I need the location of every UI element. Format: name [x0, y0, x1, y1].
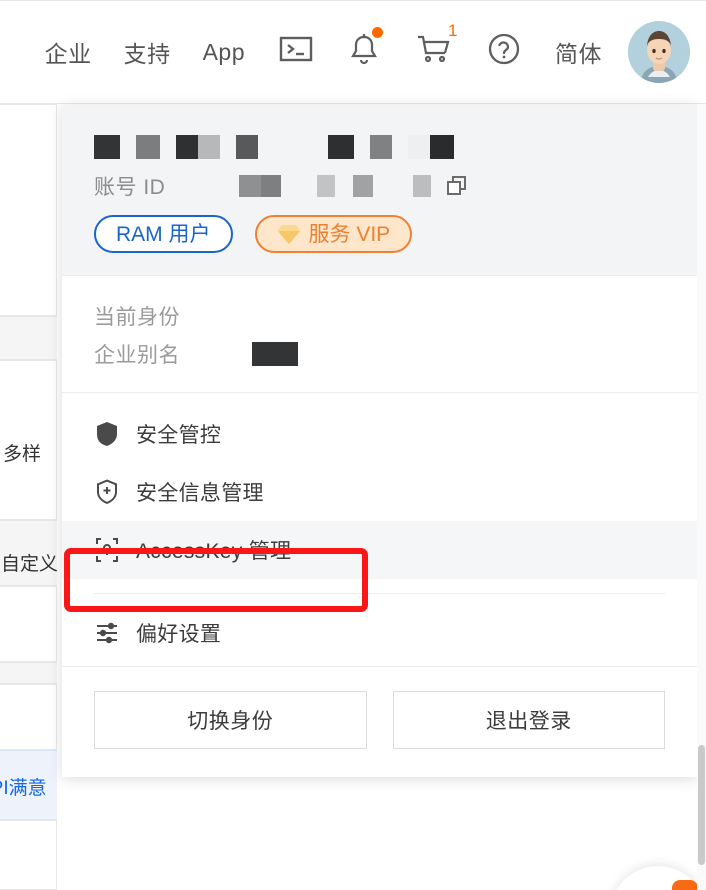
menu-item-preferences[interactable]: 偏好设置 — [62, 604, 697, 662]
account-badges: RAM 用户 服务 VIP — [94, 215, 667, 253]
current-identity-label: 当前身份 — [94, 306, 180, 329]
bg-card-bottom — [0, 820, 57, 890]
redacted-block — [430, 135, 454, 159]
redacted-block — [136, 135, 160, 159]
redacted-block — [413, 175, 432, 197]
account-id-row: 账号 ID — [94, 173, 667, 199]
nav-cart[interactable]: 1 — [397, 0, 469, 104]
nav-app[interactable]: App — [187, 0, 261, 104]
nav-notifications[interactable] — [331, 0, 397, 104]
bg-strip-2 — [0, 520, 57, 586]
redacted-enterprise-alias — [252, 342, 298, 366]
logout-button[interactable]: 退出登录 — [392, 691, 665, 749]
diamond-icon — [277, 223, 301, 245]
redacted-block — [408, 135, 430, 159]
redacted-account-name — [94, 135, 667, 159]
current-identity-row: 当前身份 — [94, 300, 665, 332]
menu-item-security-control[interactable]: 安全管控 — [62, 405, 697, 463]
terminal-icon — [279, 35, 313, 69]
nav-support[interactable]: 支持 — [108, 0, 187, 104]
identity-section: 当前身份 企业别名 — [62, 275, 697, 392]
bg-strip-1 — [0, 316, 57, 360]
nav-enterprise[interactable]: 企业 — [29, 0, 108, 104]
menu-item-accesskey-label: AccessKey 管理 — [136, 540, 292, 563]
sliders-icon — [94, 621, 120, 645]
redacted-account-id — [165, 175, 432, 197]
copy-id-icon[interactable] — [445, 174, 469, 198]
nav-help[interactable] — [469, 0, 539, 104]
scrollbar-thumb[interactable] — [698, 745, 705, 865]
menu-item-security-info[interactable]: 安全信息管理 — [62, 463, 697, 521]
cart-count-badge: 1 — [448, 21, 458, 40]
bg-strip-3 — [0, 662, 57, 684]
screen: 、多样 如自定义 API满意 企业 支持 App 1 简体 账号 ID RAM 用户 服务… — [0, 0, 706, 890]
switch-identity-button[interactable]: 切换身份 — [94, 691, 367, 749]
bg-card-top — [0, 104, 57, 316]
top-navigation-bar: 企业 支持 App 1 简体 — [0, 0, 706, 104]
bg-card-lower — [0, 586, 57, 662]
ram-user-badge-label: RAM 用户 — [116, 222, 211, 246]
bg-text-fragment-1: 、多样 — [0, 444, 42, 465]
nav-cloudshell[interactable] — [261, 0, 331, 104]
user-avatar[interactable] — [628, 21, 690, 83]
redacted-block — [239, 175, 262, 197]
shield-plus-icon — [94, 479, 120, 505]
menu-item-security-info-label: 安全信息管理 — [136, 482, 264, 505]
bg-text-fragment-2: 如自定义 — [0, 554, 59, 575]
bg-card-lower2 — [0, 684, 57, 750]
shield-icon — [94, 421, 120, 447]
redacted-block — [261, 175, 282, 197]
enterprise-alias-label: 企业别名 — [94, 344, 180, 367]
redacted-block — [328, 135, 354, 159]
service-vip-badge[interactable]: 服务 VIP — [254, 215, 413, 253]
bg-text-fragment-3: API满意 — [0, 778, 47, 799]
menu-item-security-control-label: 安全管控 — [136, 424, 222, 447]
page-scrollbar[interactable] — [697, 105, 706, 890]
redacted-block — [353, 175, 374, 197]
account-dropdown-panel: 账号 ID RAM 用户服务 VIP 当前身份 企业别名 安全管控安全信息管 — [62, 105, 697, 777]
ram-user-badge[interactable]: RAM 用户 — [94, 215, 233, 253]
redacted-block — [94, 135, 120, 159]
accesskey-icon — [94, 537, 120, 563]
redacted-block — [176, 135, 198, 159]
account-id-label: 账号 ID — [94, 176, 166, 199]
nav-language[interactable]: 简体 — [539, 0, 618, 104]
bell-icon — [349, 33, 379, 71]
notification-dot-badge — [372, 27, 383, 38]
account-menu-list: 安全管控安全信息管理 AccessKey 管理 偏好设置 — [62, 392, 697, 666]
cart-icon — [415, 33, 451, 71]
nav-support-label: 支持 — [123, 41, 171, 67]
enterprise-alias-row: 企业别名 — [94, 338, 665, 370]
redacted-block — [317, 175, 336, 197]
bg-card-mid — [0, 360, 57, 520]
menu-divider — [94, 593, 665, 594]
nav-language-label: 简体 — [555, 41, 602, 67]
dropdown-header: 账号 ID RAM 用户 服务 VIP — [62, 105, 697, 275]
service-vip-badge-label: 服务 VIP — [308, 222, 391, 246]
redacted-block — [370, 135, 392, 159]
floating-feedback-tab[interactable] — [672, 880, 698, 890]
dropdown-footer: 切换身份 退出登录 — [62, 666, 697, 777]
menu-item-preferences-label: 偏好设置 — [136, 623, 222, 646]
nav-enterprise-label: 企业 — [44, 41, 92, 67]
redacted-block — [198, 135, 220, 159]
menu-item-accesskey[interactable]: AccessKey 管理 — [62, 521, 697, 579]
question-circle-icon — [487, 32, 521, 72]
redacted-block — [236, 135, 258, 159]
nav-app-label: App — [202, 38, 245, 65]
